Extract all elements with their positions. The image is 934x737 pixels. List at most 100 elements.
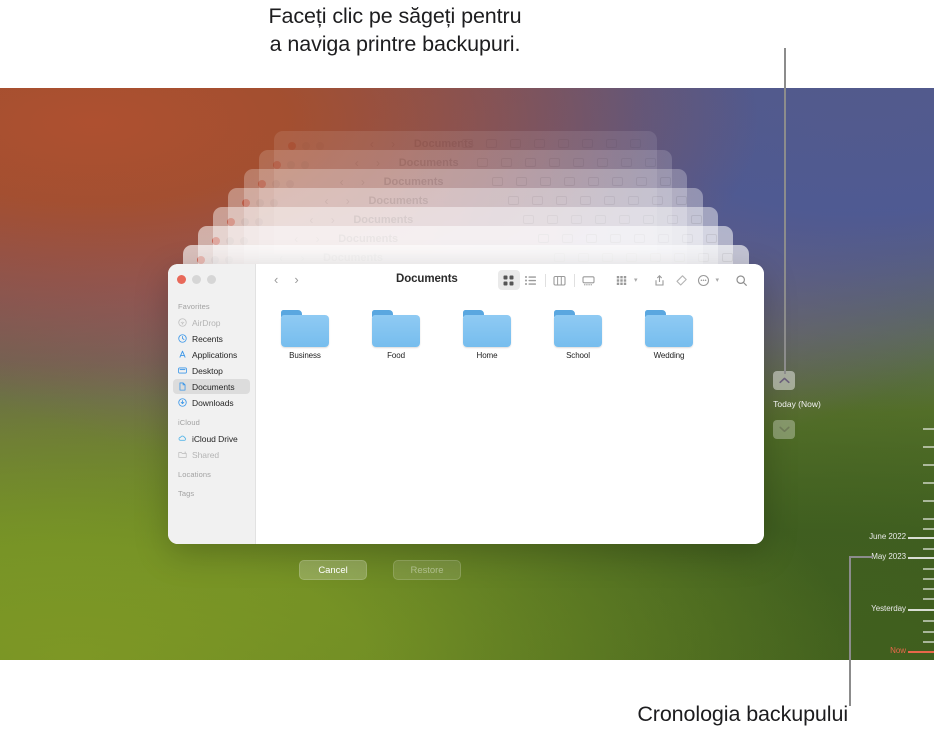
folder-icon[interactable] <box>372 310 420 347</box>
list-view-icon[interactable] <box>520 270 542 290</box>
folder-icon[interactable] <box>554 310 602 347</box>
navigate-forward-in-time-button[interactable] <box>773 420 795 439</box>
sidebar-item-recents[interactable]: Recents <box>173 331 250 346</box>
clock-icon <box>178 334 187 343</box>
chevron-down-icon[interactable]: ▾ <box>634 276 638 284</box>
file-grid[interactable]: Business Food Home School Wedding <box>256 298 764 360</box>
sidebar-item-label: Applications <box>192 349 238 360</box>
sidebar-item-label: Shared <box>192 449 220 460</box>
timeline-tick-minor[interactable] <box>923 482 934 484</box>
timeline-tick-minor[interactable] <box>923 500 934 502</box>
timeline-label[interactable]: Now <box>890 646 906 655</box>
history-navigation: ‹ › <box>369 137 403 151</box>
sidebar-item-label: Recents <box>192 333 223 344</box>
forward-button[interactable]: › <box>294 273 298 286</box>
sidebar-item-desktop[interactable]: Desktop <box>173 363 250 378</box>
sidebar-item-downloads[interactable]: Downloads <box>173 395 250 410</box>
finder-content: ‹ › Documents ▾ ▾ Business Food Home Sch… <box>256 264 764 544</box>
window-traffic-lights[interactable] <box>168 272 255 295</box>
back-button[interactable]: ‹ <box>274 273 278 286</box>
folder-icon[interactable] <box>645 310 693 347</box>
callout-leader-line-top <box>784 48 786 374</box>
current-backup-label: Today (Now) <box>773 399 821 409</box>
column-view-icon[interactable] <box>549 270 571 290</box>
sidebar-item-shared[interactable]: Shared <box>173 447 250 462</box>
finder-sidebar[interactable]: Favorites AirDrop Recents Applications Deskt… <box>168 264 256 544</box>
restore-actions[interactable]: Cancel Restore <box>0 560 760 580</box>
timeline-tick-minor[interactable] <box>923 446 934 448</box>
callout-navigation-arrows: Faceți clic pe săgeți pentru a naviga pr… <box>268 4 522 57</box>
sidebar-item-icloud-drive[interactable]: iCloud Drive <box>173 431 250 446</box>
callout-leader-line-bottom-vertical <box>849 556 851 706</box>
file-item[interactable]: Wedding <box>638 310 700 360</box>
timeline-tick-minor[interactable] <box>923 568 934 570</box>
toolbar-buttons[interactable]: ▾ ▾ <box>497 270 752 290</box>
window-traffic-lights <box>287 142 324 150</box>
timeline-tick-major[interactable] <box>908 557 934 559</box>
timeline-tick-major[interactable] <box>908 609 934 611</box>
tag-icon[interactable] <box>670 270 692 290</box>
document-icon <box>178 382 187 391</box>
timeline-tick-minor[interactable] <box>923 464 934 466</box>
minimize-button[interactable] <box>192 275 201 284</box>
timeline-label[interactable]: May 2023 <box>871 552 906 561</box>
timeline-tick-minor[interactable] <box>923 631 934 633</box>
timeline-tick-minor[interactable] <box>923 578 934 580</box>
file-name: Food <box>387 351 405 360</box>
cancel-button[interactable]: Cancel <box>299 560 367 580</box>
file-name: Home <box>476 351 498 360</box>
timeline-tick-minor[interactable] <box>923 641 934 643</box>
airdrop-icon <box>178 318 187 327</box>
close-button[interactable] <box>177 275 186 284</box>
file-item[interactable]: Food <box>365 310 427 360</box>
sidebar-item-airdrop[interactable]: AirDrop <box>173 315 250 330</box>
callout-backup-timeline: Cronologia backupului <box>637 702 848 726</box>
applications-icon <box>178 350 187 359</box>
search-icon[interactable] <box>730 270 752 290</box>
sidebar-item-label: Desktop <box>192 365 223 376</box>
timeline-tick-minor[interactable] <box>923 518 934 520</box>
timeline-label[interactable]: Yesterday <box>871 604 906 613</box>
file-name: School <box>566 351 590 360</box>
desktop-icon <box>178 366 187 375</box>
restore-button[interactable]: Restore <box>393 560 461 580</box>
file-item[interactable]: School <box>547 310 609 360</box>
timeline-tick-minor[interactable] <box>923 598 934 600</box>
timeline-tick-minor[interactable] <box>923 428 934 430</box>
folder-icon[interactable] <box>463 310 511 347</box>
down-chevron-icon <box>778 426 790 433</box>
timeline-tick-minor[interactable] <box>923 548 934 550</box>
toolbar-divider <box>573 273 575 287</box>
folder-icon[interactable] <box>281 310 329 347</box>
sidebar-section-icloud: iCloud <box>178 418 200 427</box>
history-navigation[interactable]: ‹ › <box>274 273 299 286</box>
backup-timeline[interactable]: June 2022 May 2023 Yesterday Now <box>850 88 934 660</box>
sidebar-item-label: iCloud Drive <box>192 433 238 444</box>
file-name: Business <box>289 351 321 360</box>
timeline-tick-minor[interactable] <box>923 620 934 622</box>
shared-folder-icon <box>178 450 187 459</box>
zoom-button[interactable] <box>207 275 216 284</box>
timeline-tick-major[interactable] <box>908 651 934 653</box>
timeline-tick-minor[interactable] <box>923 528 934 530</box>
more-actions-icon[interactable] <box>692 270 714 290</box>
sidebar-item-applications[interactable]: Applications <box>173 347 250 362</box>
timeline-tick-major[interactable] <box>908 537 934 539</box>
share-icon[interactable] <box>648 270 670 290</box>
icon-view-icon[interactable] <box>497 270 520 290</box>
chevron-down-icon[interactable]: ▾ <box>715 276 719 284</box>
finder-toolbar: ‹ › Documents ▾ ▾ <box>256 264 764 298</box>
gallery-view-icon[interactable] <box>578 270 600 290</box>
sidebar-section-tags: Tags <box>178 489 195 498</box>
toolbar-buttons <box>461 139 641 148</box>
toolbar-divider <box>544 273 546 287</box>
file-item[interactable]: Business <box>274 310 336 360</box>
file-item[interactable]: Home <box>456 310 518 360</box>
cloud-icon <box>178 434 187 443</box>
up-chevron-icon <box>778 377 790 384</box>
sidebar-item-documents[interactable]: Documents <box>173 379 250 394</box>
group-by-icon[interactable] <box>611 270 633 290</box>
finder-window[interactable]: Favorites AirDrop Recents Applications Deskt… <box>168 264 764 544</box>
timeline-tick-minor[interactable] <box>923 588 934 590</box>
timeline-label[interactable]: June 2022 <box>869 532 906 541</box>
